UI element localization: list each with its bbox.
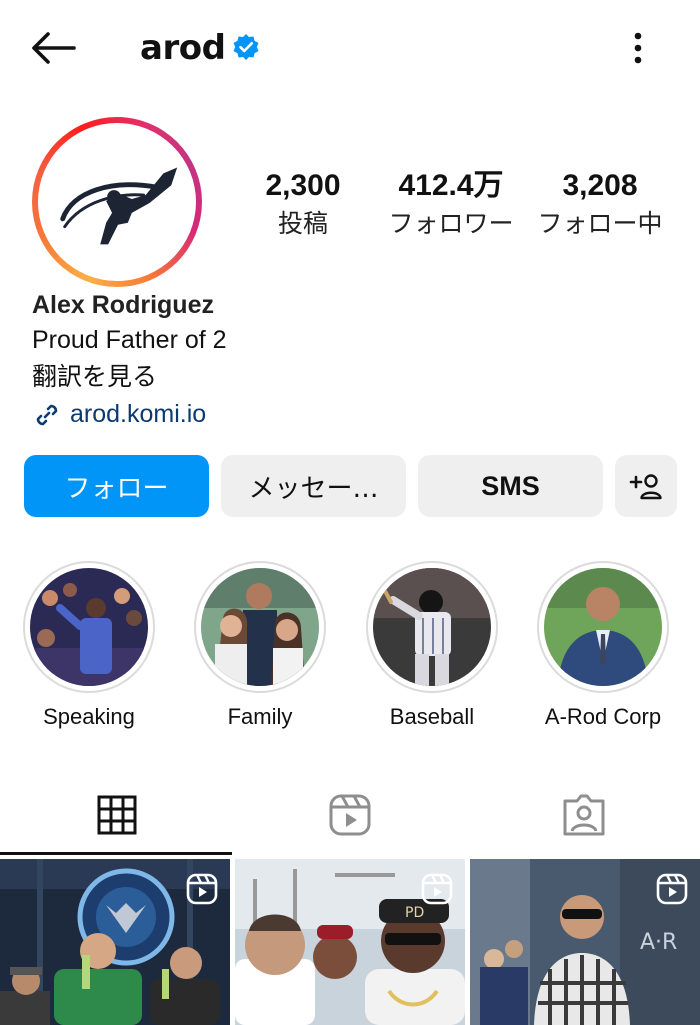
bio-text: Proud Father of 2 bbox=[32, 326, 227, 354]
add-person-icon bbox=[629, 474, 662, 500]
post-tile[interactable]: A·R bbox=[470, 859, 700, 1025]
posts-count: 2,300 bbox=[265, 169, 341, 202]
followers-count: 412.4万 bbox=[398, 169, 504, 202]
bio-website-link[interactable]: arod.komi.io bbox=[32, 396, 672, 433]
reel-badge-icon bbox=[421, 873, 453, 905]
suggest-users-button[interactable] bbox=[615, 455, 677, 517]
following-count: 3,208 bbox=[562, 169, 638, 202]
highlight-baseball[interactable]: Baseball bbox=[366, 561, 498, 731]
followers-label: フォロワー bbox=[388, 209, 514, 238]
arod-logo-icon bbox=[60, 167, 178, 245]
highlight-family[interactable]: Family bbox=[194, 561, 326, 731]
svg-text:PD: PD bbox=[405, 905, 424, 921]
profile-avatar[interactable] bbox=[32, 117, 202, 287]
profile-header: arod bbox=[0, 0, 700, 100]
display-name: Alex Rodriguez bbox=[32, 291, 214, 319]
tab-posts-grid[interactable] bbox=[0, 775, 233, 855]
back-button[interactable] bbox=[28, 26, 78, 70]
sms-button[interactable]: SMS bbox=[418, 455, 603, 517]
stat-followers[interactable]: 412.4万 フォロワー bbox=[381, 166, 521, 242]
posts-label: 投稿 bbox=[277, 209, 328, 238]
reel-badge-icon bbox=[656, 873, 688, 905]
active-tab-indicator bbox=[0, 852, 232, 855]
highlight-label: Speaking bbox=[43, 704, 135, 729]
reel-badge-icon bbox=[186, 873, 218, 905]
following-label: フォロー中 bbox=[537, 209, 663, 238]
svg-text:A·R: A·R bbox=[640, 930, 677, 955]
highlight-cover-arod-corp bbox=[544, 568, 662, 686]
post-tile[interactable]: PD bbox=[235, 859, 465, 1025]
avatar-logo bbox=[43, 128, 191, 276]
reels-icon bbox=[329, 794, 370, 836]
highlight-cover-baseball bbox=[373, 568, 491, 686]
highlight-cover-family bbox=[201, 568, 319, 686]
more-options-button[interactable] bbox=[620, 26, 656, 70]
username-title: arod bbox=[140, 28, 226, 68]
profile-bio: Alex Rodriguez Proud Father of 2 翻訳を見る a… bbox=[32, 288, 672, 433]
tagged-icon bbox=[563, 794, 604, 836]
highlight-label: Baseball bbox=[389, 704, 475, 729]
translate-link[interactable]: 翻訳を見る bbox=[32, 359, 672, 396]
tab-tagged[interactable] bbox=[467, 775, 700, 855]
tab-reels[interactable] bbox=[233, 775, 466, 855]
more-vertical-icon bbox=[634, 32, 642, 64]
link-icon bbox=[36, 404, 58, 425]
highlight-label: Family bbox=[227, 704, 293, 729]
stat-following[interactable]: 3,208 フォロー中 bbox=[530, 166, 670, 242]
website-text: arod.komi.io bbox=[70, 400, 207, 428]
verified-badge-icon bbox=[233, 34, 259, 60]
post-tile[interactable] bbox=[0, 859, 230, 1025]
highlight-cover-speaking bbox=[30, 568, 148, 686]
stat-posts[interactable]: 2,300 投稿 bbox=[246, 166, 360, 242]
highlight-speaking[interactable]: Speaking bbox=[23, 561, 155, 731]
arrow-left-icon bbox=[32, 32, 76, 64]
grid-icon bbox=[97, 795, 136, 835]
highlight-arod-corp[interactable]: A-Rod Corp bbox=[537, 561, 669, 731]
highlight-label: A-Rod Corp bbox=[544, 704, 662, 729]
follow-button[interactable]: フォロー bbox=[24, 455, 209, 517]
message-button[interactable]: メッセー… bbox=[221, 455, 406, 517]
